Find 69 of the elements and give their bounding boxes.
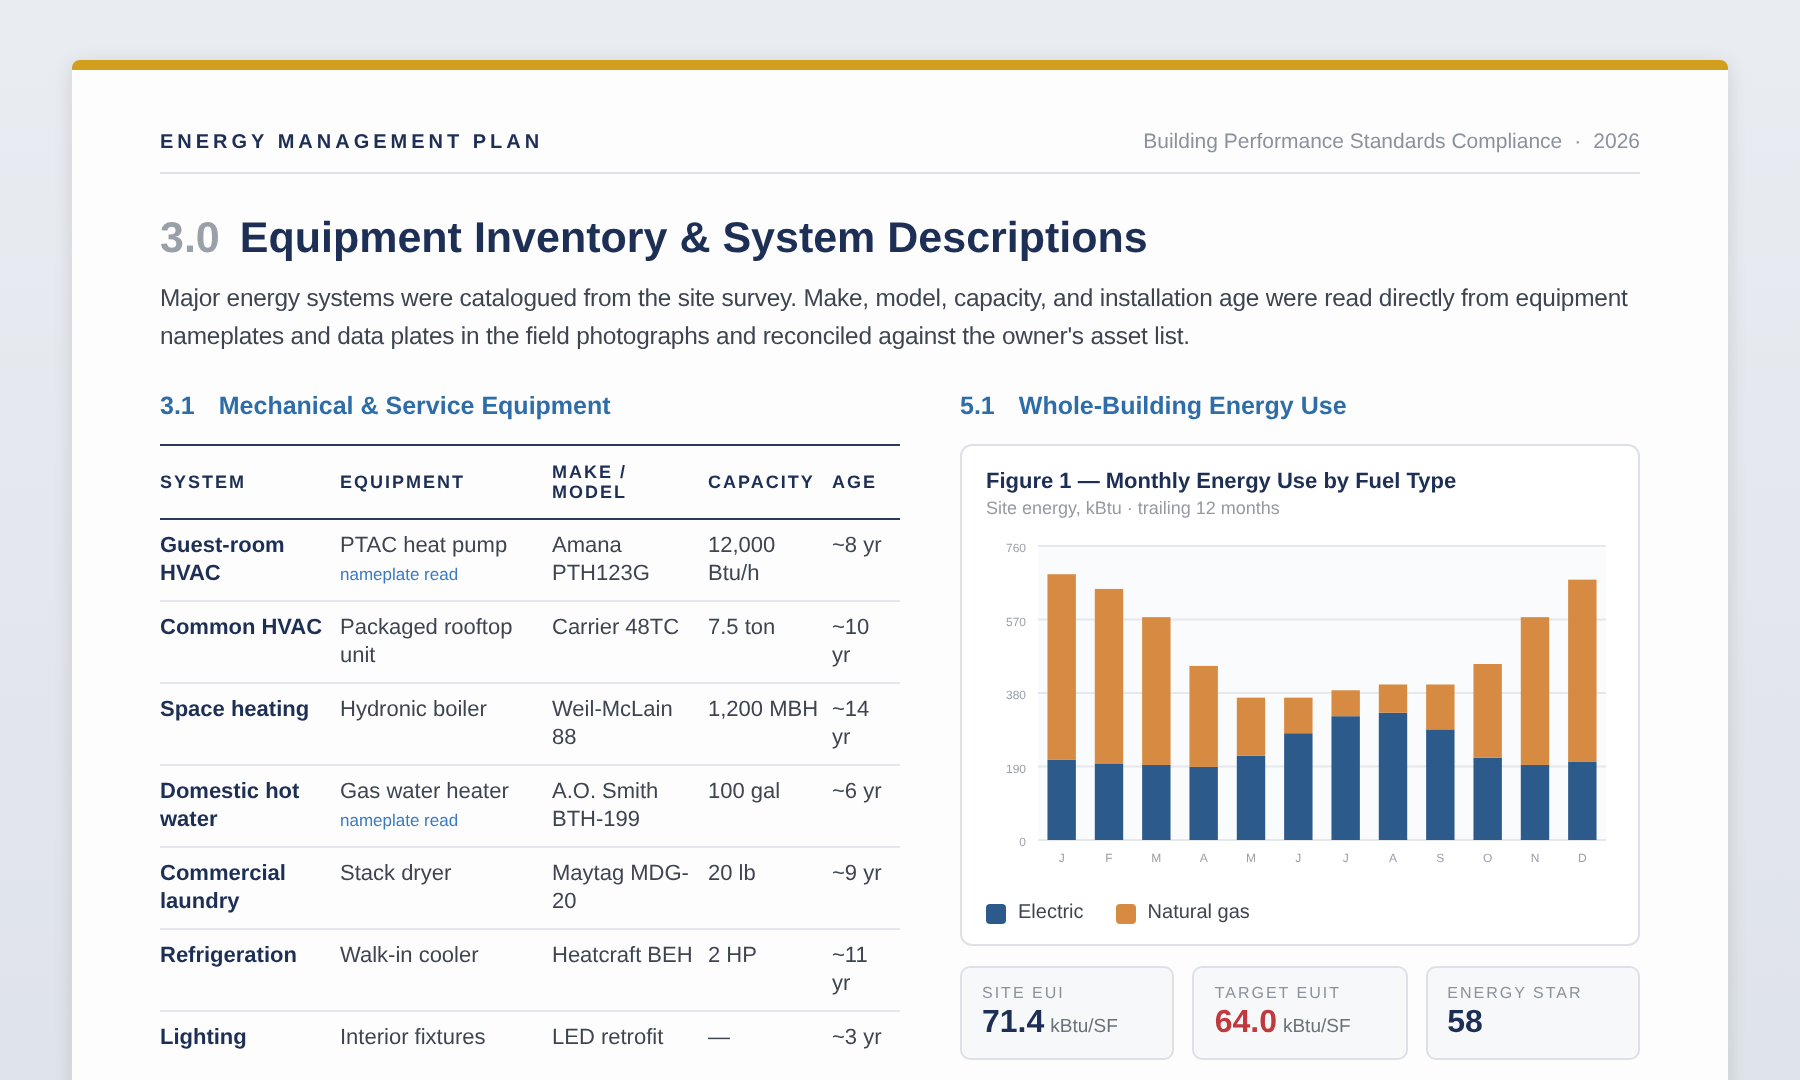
table-cell: ~9 yr (832, 847, 900, 929)
table-cell: — (708, 1011, 832, 1080)
subsection-title: Mechanical & Service Equipment (218, 392, 611, 420)
bar (1473, 664, 1502, 758)
table-cell: Maytag MDG-20 (552, 847, 708, 929)
table-cell-text: PTAC heat pump (340, 532, 510, 560)
table-cell: Commercial laundry (160, 847, 340, 929)
table-cell: 20 lb (708, 847, 832, 929)
table-cell: 12,000 Btu/h (708, 519, 832, 601)
section-number: 3.0 (160, 214, 220, 264)
table-cell: A.O. Smith BTH-199 (552, 765, 708, 847)
table-cell-text: Walk-in cooler (340, 942, 481, 970)
table-cell: 2 HP (708, 929, 832, 1011)
table-cell: Common HVAC (160, 601, 340, 683)
table-cell: Amana PTH123G (552, 519, 708, 601)
source-note: nameplate read (340, 562, 461, 588)
column-header: AGE (832, 445, 900, 519)
bar (1189, 665, 1218, 767)
column-header: EQUIPMENT (340, 445, 552, 519)
table-cell: Space heating (160, 683, 340, 765)
figure-subtitle: Site energy, kBtu · trailing 12 months (986, 498, 1282, 518)
subsection-number: 3.1 (160, 392, 195, 420)
table-cell: Domestic hot water (160, 765, 340, 847)
metric-value: 71.4 (982, 1006, 1045, 1042)
bar (1473, 757, 1502, 840)
document-year: 2026 (1593, 130, 1640, 154)
table-cell: Carrier 48TC (552, 601, 708, 683)
metric-label: TARGET EUIT (1214, 984, 1343, 1002)
table-cell: ~11 yr (832, 929, 900, 1011)
table-cell: ~6 yr (832, 765, 900, 847)
table-cell: Weil-McLain 88 (552, 683, 708, 765)
document-subtitle: Building Performance Standards Compliance (1143, 130, 1563, 154)
table-cell: LED retrofit (552, 1011, 708, 1080)
table-cell: ~8 yr (832, 519, 900, 601)
metric-value: 58 (1447, 1006, 1483, 1042)
legend-label: Electric (1018, 902, 1084, 924)
bar (1189, 766, 1218, 840)
metric-unit: kBtu/SF (1050, 1016, 1118, 1038)
subsection-title: Whole-Building Energy Use (1018, 392, 1347, 420)
table-cell: Lighting (160, 1011, 340, 1080)
intro-paragraph: Major energy systems were catalogued from the site survey. Make, model, capacity, and installation age were read directly from equipment nameplates and data plates in the field photographs and reconciled against the owner's asset list. (160, 282, 1630, 354)
table-cell: ~10 yr (832, 601, 900, 683)
table-cell: 7.5 ton (708, 601, 832, 683)
source-note: nameplate read (340, 808, 461, 834)
document-title: ENERGY MANAGEMENT PLAN (160, 131, 544, 153)
table-cell-text: Hydronic boiler (340, 696, 489, 724)
subsection-number: 5.1 (960, 392, 995, 420)
separator: · (1574, 130, 1582, 154)
table-cell: 1,200 MBH (708, 683, 832, 765)
table-cell: 100 gal (708, 765, 832, 847)
metric-value: 64.0 (1214, 1006, 1277, 1042)
table-cell: Refrigeration (160, 929, 340, 1011)
column-header: CAPACITY (708, 445, 832, 519)
legend-label: Natural gas (1147, 902, 1250, 924)
table-cell-text: Packaged rooftop unit (340, 614, 515, 670)
table-cell-text: Stack dryer (340, 860, 454, 888)
table-cell: ~3 yr (832, 1011, 900, 1080)
figure-title: Figure 1 — Monthly Energy Use by Fuel Type (986, 470, 1459, 494)
table-cell: Guest-room HVAC (160, 519, 340, 601)
metric-unit: kBtu/SF (1282, 1016, 1351, 1038)
metric-label: SITE EUI (982, 984, 1067, 1002)
table-cell: ~14 yr (832, 683, 900, 765)
column-header: MAKE / MODEL (552, 445, 708, 519)
table-cell-text: Interior fixtures (340, 1024, 488, 1052)
section-title: Equipment Inventory & System Descriptions (239, 214, 1148, 264)
table-cell: Heatcraft BEH (552, 929, 708, 1011)
column-header: SYSTEM (160, 445, 340, 519)
table-cell-text: Gas water heater (340, 778, 511, 806)
metric-label: ENERGY STAR (1447, 984, 1585, 1002)
